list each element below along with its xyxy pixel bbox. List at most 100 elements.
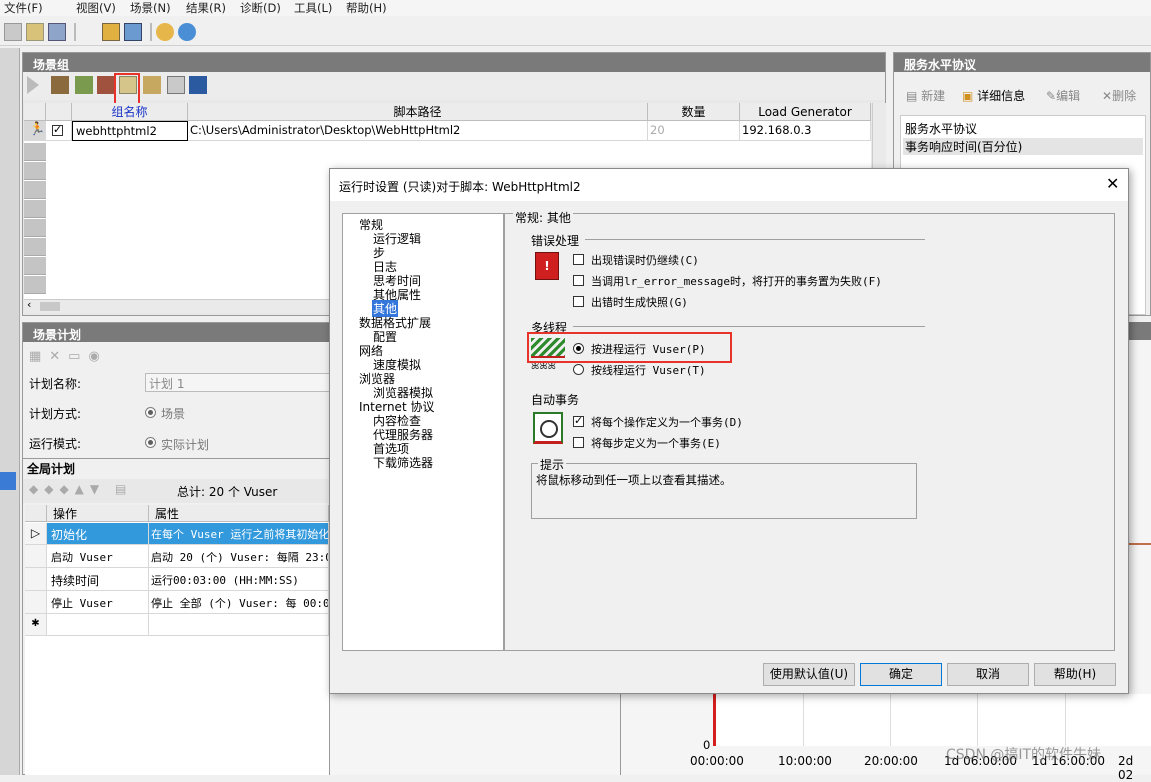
save-icon[interactable] xyxy=(48,23,66,41)
scroll-thumb[interactable] xyxy=(40,302,60,311)
column-quantity[interactable]: 数量 xyxy=(648,103,740,121)
open-icon[interactable] xyxy=(26,23,44,41)
view-script-icon[interactable] xyxy=(167,76,185,94)
error-handling-section: 错误处理 xyxy=(531,234,580,248)
grid-header-icon xyxy=(24,103,46,121)
property-cell[interactable]: 启动 20 (个) Vuser: 每隔 23:00 xyxy=(149,545,329,568)
empty-cell[interactable] xyxy=(149,614,329,636)
action-cell[interactable]: 持续时间 xyxy=(47,568,149,591)
column-script-path[interactable]: 脚本路径 xyxy=(188,103,648,121)
schedule-name-field[interactable]: 计划 1 xyxy=(145,373,331,392)
close-icon[interactable]: ✕ xyxy=(1106,174,1119,193)
action-cell[interactable]: 停止 Vuser xyxy=(47,591,149,614)
empty-row xyxy=(24,238,46,256)
menu-bar: 文件(F) 视图(V) 场景(N) 结果(R) 诊断(D) 工具(L) 帮助(H… xyxy=(0,0,1151,16)
start-icon[interactable] xyxy=(27,76,39,94)
menu-tools[interactable]: 工具(L) xyxy=(294,0,332,16)
sla-edit-button[interactable]: ✎编辑 xyxy=(1046,87,1080,104)
global-schedule-title: 全局计划 xyxy=(27,462,76,476)
action-as-transaction-label[interactable]: 将每个操作定义为一个事务(D) xyxy=(591,414,743,430)
scenario-schedule-panel: 场景计划 ▦✕▭◉ 计划名称: 计划 1 计划方式: 场景 运行模式: 实际计划 xyxy=(22,322,331,462)
column-group-name[interactable]: 组名称 xyxy=(72,103,188,121)
settings-content-panel: 常规: 其他 错误处理 ! 出现错误时仍继续(C) 当调用lr_error_me… xyxy=(504,209,1115,651)
new-icon[interactable] xyxy=(4,23,22,41)
fail-transaction-checkbox[interactable] xyxy=(573,275,584,286)
load-generator-cell[interactable]: 192.168.0.3 xyxy=(740,121,871,141)
runtime-settings-dialog: 运行时设置 (只读)对于脚本: WebHttpHtml2 ✕ 常规 运行逻辑 步… xyxy=(329,168,1129,694)
help-button[interactable]: 帮助(H) xyxy=(1034,663,1116,686)
sla-list-item[interactable]: 服务水平协议 xyxy=(905,120,977,137)
details-icon[interactable] xyxy=(143,76,161,94)
run-as-thread-radio[interactable] xyxy=(573,364,584,375)
menu-scenario[interactable]: 场景(N) xyxy=(130,0,171,16)
schedule-mode-radio[interactable] xyxy=(145,407,156,418)
action-cell[interactable]: 启动 Vuser xyxy=(47,545,149,568)
cancel-button[interactable]: 取消 xyxy=(947,663,1029,686)
run-mode-radio[interactable] xyxy=(145,437,156,448)
empty-row xyxy=(24,143,46,161)
quantity-cell[interactable]: 20 xyxy=(648,121,740,141)
empty-row xyxy=(24,181,46,199)
sla-new-button[interactable]: ▤ 新建 xyxy=(906,87,945,104)
analysis-icon[interactable] xyxy=(156,23,174,41)
sla-list-item[interactable]: 事务响应时间(百分位) xyxy=(903,138,1143,155)
group-name-cell[interactable]: webhttphtml2 xyxy=(72,121,188,141)
column-property: 属性 xyxy=(149,505,329,522)
global-schedule-toolbar: ◆◆◆▲▼ ▤ 总计: 20 个 Vuser xyxy=(23,479,329,503)
ok-button[interactable]: 确定 xyxy=(860,663,942,686)
menu-help[interactable]: 帮助(H) xyxy=(346,0,387,16)
run-as-thread-label[interactable]: 按线程运行 Vuser(T) xyxy=(591,362,706,378)
continue-on-error-checkbox[interactable] xyxy=(573,254,584,265)
column-load-generator[interactable]: Load Generator xyxy=(740,103,871,121)
schedule-mode-value: 场景 xyxy=(161,407,186,421)
scenario-schedule-title: 场景计划 xyxy=(23,323,329,342)
menu-file[interactable]: 文件(F) xyxy=(4,0,43,16)
gridline xyxy=(890,694,891,746)
section-divider xyxy=(573,326,925,327)
group-enabled-checkbox[interactable] xyxy=(52,123,63,136)
sla-delete-button[interactable]: ✕删除 xyxy=(1102,87,1136,104)
add-group-icon[interactable] xyxy=(51,76,69,94)
design-icon[interactable] xyxy=(102,23,120,41)
sla-details-button[interactable]: ▣ 详细信息 xyxy=(962,87,1025,104)
run-mode-label: 运行模式: xyxy=(29,437,82,451)
current-row-icon: ▷ xyxy=(25,523,47,545)
property-cell[interactable]: 停止 全部 (个) Vuser: 每 00:00 xyxy=(149,591,329,614)
step-as-transaction-label[interactable]: 将每步定义为一个事务(E) xyxy=(591,435,721,451)
schedule-line-tail xyxy=(1128,543,1151,545)
property-cell[interactable]: 运行00:03:00 (HH:MM:SS) xyxy=(149,568,329,591)
action-as-transaction-checkbox[interactable] xyxy=(573,414,584,427)
watermark: CSDN @搞IT的软件牛妹 xyxy=(946,747,1102,763)
highlight-runtime-settings xyxy=(114,73,140,107)
error-handling-icon: ! xyxy=(535,252,559,280)
menu-diagnostics[interactable]: 诊断(D) xyxy=(240,0,281,16)
menu-view[interactable]: 视图(V) xyxy=(76,0,116,16)
left-edge-marker xyxy=(0,472,16,490)
row-header xyxy=(25,545,47,568)
scroll-left-icon[interactable]: ‹ xyxy=(27,298,31,311)
action-cell[interactable]: 初始化 xyxy=(47,523,149,545)
main-toolbar xyxy=(0,18,1151,46)
use-defaults-button[interactable]: 使用默认值(U) xyxy=(763,663,855,686)
snapshot-on-error-label[interactable]: 出错时生成快照(G) xyxy=(591,294,688,310)
property-cell[interactable]: 在每个 Vuser 运行之前将其初始化 xyxy=(149,523,329,545)
gridline xyxy=(1065,694,1066,746)
snapshot-on-error-checkbox[interactable] xyxy=(573,296,584,307)
step-as-transaction-checkbox[interactable] xyxy=(573,437,584,448)
schedule-toolbar-icons[interactable]: ▦✕▭◉ xyxy=(29,349,108,364)
sla-delete-label: 删除 xyxy=(1112,89,1137,103)
sla-details-label: 详细信息 xyxy=(977,89,1026,103)
menu-results[interactable]: 结果(R) xyxy=(186,0,226,16)
run-icon[interactable] xyxy=(124,23,142,41)
diagnostics-icon[interactable] xyxy=(178,23,196,41)
empty-cell[interactable] xyxy=(47,614,149,636)
add-vuser-icon[interactable] xyxy=(75,76,93,94)
sla-edit-label: 编辑 xyxy=(1056,89,1081,103)
sv-icon[interactable] xyxy=(189,76,207,94)
remove-group-icon[interactable] xyxy=(97,76,115,94)
continue-on-error-label[interactable]: 出现错误时仍继续(C) xyxy=(591,252,699,268)
toolbar-separator xyxy=(150,23,152,41)
global-toolbar-icons[interactable]: ◆◆◆▲▼ ▤ xyxy=(29,482,132,496)
fail-transaction-label[interactable]: 当调用lr_error_message时，将打开的事务置为失败(F) xyxy=(591,273,882,289)
tree-item-download-filters[interactable]: 下载筛选器 xyxy=(373,454,433,471)
